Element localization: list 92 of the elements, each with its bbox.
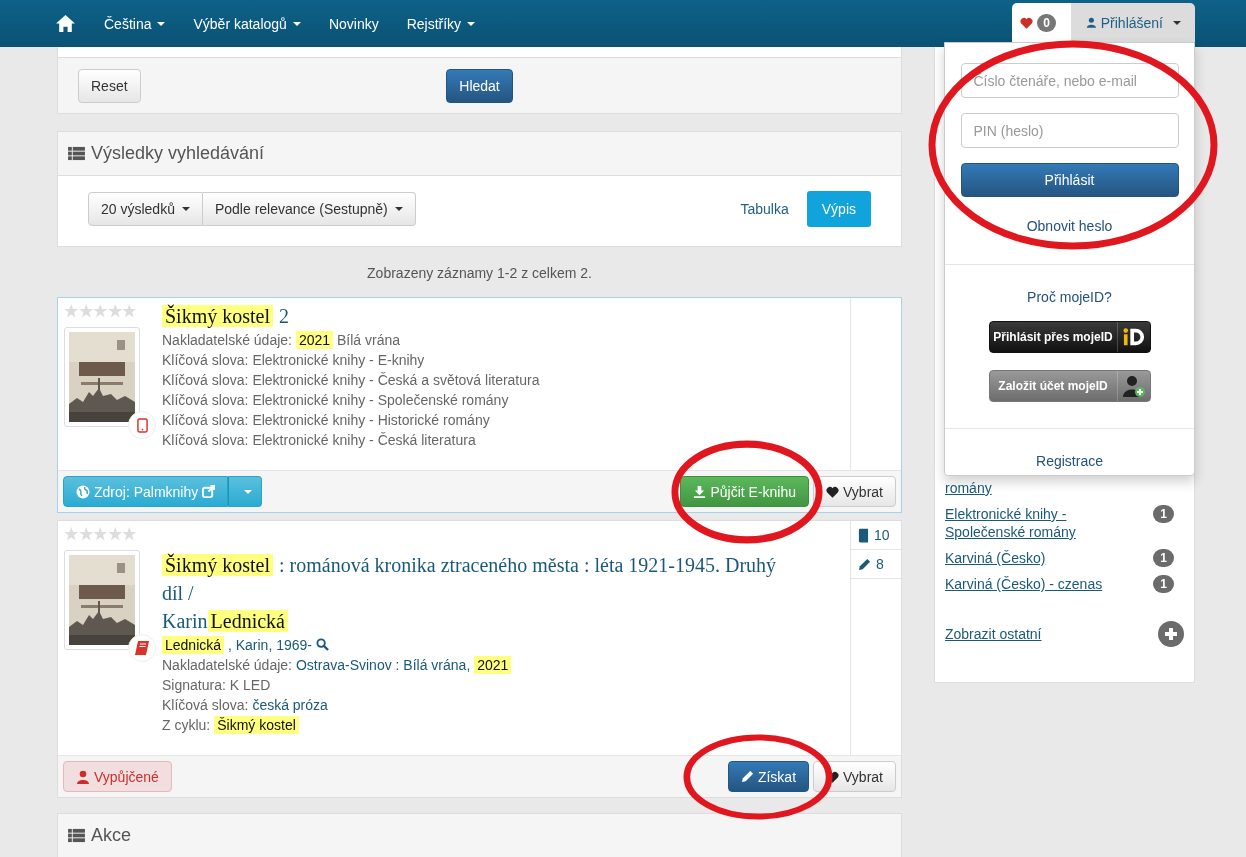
count-badge: 1 bbox=[1153, 575, 1174, 593]
search-button[interactable]: Hledat bbox=[446, 68, 513, 103]
results-summary: Zobrazeny záznamy 1-2 z celkem 2. bbox=[366, 264, 593, 283]
heart-icon bbox=[826, 485, 840, 498]
book-icon bbox=[858, 527, 869, 543]
facet-link[interactable]: Karviná (Česko) - czenas bbox=[945, 575, 1103, 593]
user-icon bbox=[1086, 16, 1097, 29]
reset-button[interactable]: Reset bbox=[78, 68, 141, 103]
pencil-icon bbox=[740, 770, 754, 783]
nav-link[interactable]: Čeština bbox=[90, 15, 180, 32]
page-size-dropdown[interactable]: 20 výsledků bbox=[88, 192, 203, 226]
record-detail: Klíčová slova: Elektronické knihy - E-knihy bbox=[162, 351, 426, 370]
caret-icon bbox=[394, 207, 403, 211]
get-button[interactable]: Získat bbox=[727, 761, 810, 792]
caret-icon bbox=[181, 207, 190, 211]
input-field[interactable]: Číslo čtenáře, nebo e-mail bbox=[960, 63, 1179, 98]
nav-link[interactable]: Novinky bbox=[314, 15, 393, 32]
login-dropdown-toggle[interactable]: Přihlášení bbox=[1071, 3, 1195, 42]
heart-icon bbox=[1020, 16, 1034, 29]
star-icon[interactable] bbox=[78, 527, 93, 541]
star-icon[interactable] bbox=[64, 304, 79, 318]
pencil-icon bbox=[858, 557, 871, 571]
star-icon[interactable] bbox=[93, 304, 108, 318]
stat-link[interactable]: 10 bbox=[851, 521, 901, 550]
user-add-icon bbox=[1121, 374, 1146, 398]
record-detail: Klíčová slova: Elektronické knihy - Společenské romány bbox=[162, 391, 510, 410]
id-logo-icon bbox=[1120, 326, 1147, 348]
panel-title: Akce bbox=[91, 825, 132, 846]
record-detail: Signatura: K LED bbox=[162, 676, 272, 695]
detail-link[interactable]: Ostrava-Svinov : Bílá vrána, bbox=[296, 657, 471, 673]
sort-dropdown[interactable]: Podle relevance (Sestupně) bbox=[202, 192, 416, 226]
mojeid-login-button[interactable]: Přihlásit přes mojeID bbox=[988, 321, 1151, 353]
record-detail: Lednická , Karin, 1969- bbox=[162, 635, 828, 655]
home-icon[interactable] bbox=[55, 14, 76, 33]
view-tab[interactable]: Tabulka bbox=[728, 191, 801, 227]
record-detail: Klíčová slova: Elektronické knihy - Česká literatura bbox=[162, 431, 477, 450]
star-icon[interactable] bbox=[122, 527, 137, 541]
globe-icon bbox=[76, 484, 90, 499]
nav-link[interactable]: Výběr katalogů bbox=[179, 15, 315, 32]
facet-link[interactable]: Elektronické knihy - Společenské romány bbox=[945, 505, 1146, 541]
external-link-icon bbox=[202, 485, 216, 498]
show-more-link[interactable]: Zobrazit ostatní bbox=[945, 625, 1042, 643]
dropdown-toggle[interactable] bbox=[228, 476, 263, 507]
input-field[interactable]: PIN (heslo) bbox=[960, 113, 1179, 148]
list-icon bbox=[68, 146, 85, 161]
record-detail: Nakladatelské údaje: 2021 Bílá vrána bbox=[162, 330, 402, 350]
facet-link[interactable]: romány bbox=[945, 479, 992, 497]
detail-link[interactable]: , Karin, 1969- bbox=[227, 637, 312, 653]
star-icon[interactable] bbox=[93, 527, 108, 541]
record-title-link[interactable]: Šikmý kostel : románová kronika ztraceného města : léta 1921-1945. Druhý díl / bbox=[162, 551, 794, 607]
reset-password-link[interactable]: Obnovit heslo bbox=[1026, 212, 1113, 240]
list-icon bbox=[68, 828, 85, 843]
caret-icon bbox=[157, 21, 166, 26]
count-badge: 1 bbox=[1153, 505, 1174, 523]
star-rating[interactable] bbox=[64, 527, 137, 541]
mojeid-create-button[interactable]: Založit účet mojeID bbox=[988, 370, 1151, 402]
panel-title: Výsledky vyhledávání bbox=[91, 143, 265, 164]
record-detail: Klíčová slova: česká próza bbox=[162, 696, 329, 715]
count-badge: 1 bbox=[1153, 549, 1174, 567]
search-icon[interactable] bbox=[315, 638, 329, 651]
register-link[interactable]: Registrace bbox=[1036, 447, 1103, 475]
record-detail: Z cyklu: Šikmý kostel bbox=[162, 715, 828, 735]
author-link[interactable]: KarinLednická bbox=[162, 607, 794, 635]
caret-icon bbox=[292, 21, 301, 26]
detail-link[interactable]: česká próza bbox=[252, 697, 328, 713]
stat-link[interactable]: 8 bbox=[851, 550, 901, 579]
favorites-link[interactable]: 0 bbox=[1012, 3, 1071, 42]
star-rating[interactable] bbox=[64, 304, 137, 318]
login-button[interactable]: Přihlásit bbox=[960, 163, 1179, 197]
star-icon[interactable] bbox=[122, 304, 137, 318]
plus-icon[interactable] bbox=[1158, 621, 1184, 647]
tablet-icon bbox=[136, 417, 148, 433]
user-icon bbox=[76, 769, 90, 784]
status-button[interactable]: Vypůjčené bbox=[63, 761, 172, 792]
select-button[interactable]: Vybrat bbox=[813, 761, 896, 792]
caret-icon bbox=[467, 21, 476, 26]
caret-icon bbox=[1173, 20, 1181, 25]
nav-link[interactable]: Rejstříky bbox=[392, 15, 490, 32]
book-icon bbox=[134, 640, 150, 656]
record-detail: Nakladatelské údaje: Ostrava-Svinov : Bílá vrána, 2021 bbox=[162, 655, 828, 675]
star-icon[interactable] bbox=[107, 304, 122, 318]
star-icon[interactable] bbox=[78, 304, 93, 318]
star-icon[interactable] bbox=[107, 527, 122, 541]
record-title-link[interactable]: Šikmý kostel 2 bbox=[162, 302, 794, 330]
download-icon bbox=[693, 485, 707, 498]
select-button[interactable]: Vybrat bbox=[813, 476, 896, 507]
record-detail: Klíčová slova: Elektronické knihy - Česká a světová literatura bbox=[162, 371, 541, 390]
mojeid-info-link[interactable]: Proč mojeID? bbox=[1027, 283, 1112, 311]
count-badge: 0 bbox=[1037, 13, 1056, 32]
record-detail: Klíčová slova: Elektronické knihy - Historické romány bbox=[162, 411, 491, 430]
star-icon[interactable] bbox=[64, 527, 79, 541]
facet-link[interactable]: Karviná (Česko) bbox=[945, 549, 1046, 567]
